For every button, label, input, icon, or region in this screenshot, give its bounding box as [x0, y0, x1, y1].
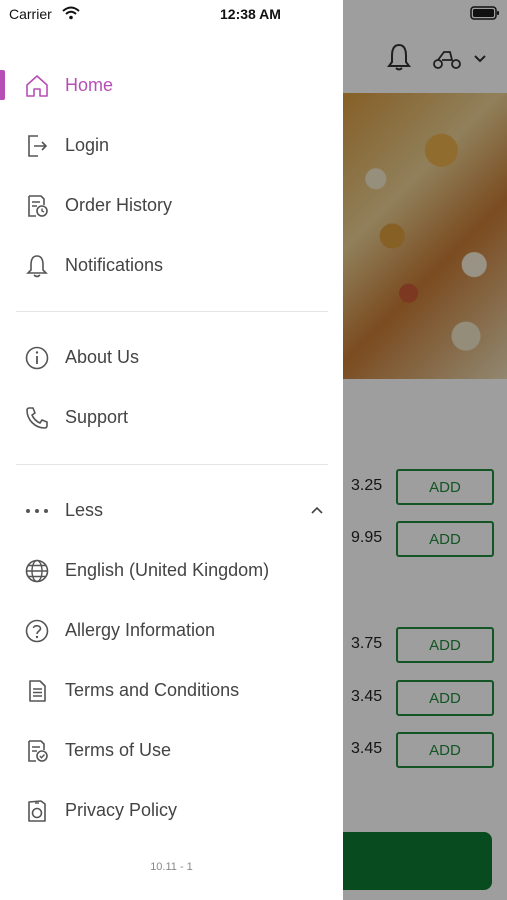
- status-bar: Carrier 12:38 AM: [0, 0, 507, 30]
- menu-item-allergy-information[interactable]: Allergy Information: [0, 605, 343, 657]
- menu-item-login[interactable]: Login: [0, 120, 343, 172]
- menu-item-support[interactable]: Support: [0, 392, 343, 444]
- menu-item-label: Less: [65, 500, 104, 520]
- navigation-drawer: Home Login Order History Notifications A…: [0, 0, 343, 900]
- divider: [16, 311, 328, 312]
- divider: [16, 464, 328, 465]
- menu-item-label: About Us: [65, 347, 140, 367]
- menu-item-label: Home: [65, 75, 114, 95]
- privacy-icon: [24, 798, 50, 824]
- document-check-icon: [24, 738, 50, 764]
- app-version: 10.11 - 1: [150, 861, 193, 873]
- home-icon: [24, 73, 50, 99]
- menu-item-order-history[interactable]: Order History: [0, 180, 343, 232]
- clock: 12:38 AM: [220, 6, 281, 22]
- info-icon: [24, 345, 50, 371]
- globe-icon: [24, 558, 50, 584]
- menu-item-privacy-policy[interactable]: Privacy Policy: [0, 785, 343, 837]
- chevron-up-icon[interactable]: [309, 504, 325, 516]
- menu-item-label: Notifications: [65, 255, 164, 275]
- menu-item-less[interactable]: Less: [0, 485, 343, 537]
- menu-item-notifications[interactable]: Notifications: [0, 240, 343, 292]
- login-icon: [24, 133, 50, 159]
- order-history-icon: [24, 193, 50, 219]
- carrier-label: Carrier: [9, 6, 52, 22]
- drawer-overlay[interactable]: [343, 0, 507, 900]
- phone-icon: [24, 405, 50, 431]
- question-icon: [24, 618, 50, 644]
- menu-item-label: Privacy Policy: [65, 800, 178, 820]
- menu-item-terms-of-use[interactable]: Terms of Use: [0, 725, 343, 777]
- menu-item-label: Terms and Conditions: [65, 680, 240, 700]
- menu-item-label: English (United Kingdom): [65, 560, 270, 580]
- more-dots-icon: [24, 498, 50, 524]
- menu-item-terms-and-conditions[interactable]: Terms and Conditions: [0, 665, 343, 717]
- menu-item-about-us[interactable]: About Us: [0, 332, 343, 384]
- menu-item-label: Login: [65, 135, 110, 155]
- menu-item-label: Allergy Information: [65, 620, 216, 640]
- menu-item-label: Support: [65, 407, 129, 427]
- menu-item-label: Terms of Use: [65, 740, 172, 760]
- menu-item-label: Order History: [65, 195, 173, 215]
- document-icon: [24, 678, 50, 704]
- battery-icon: [470, 6, 499, 20]
- menu-item-language[interactable]: English (United Kingdom): [0, 545, 343, 597]
- bell-icon: [24, 253, 50, 279]
- wifi-icon: [62, 6, 80, 20]
- menu-item-home[interactable]: Home: [0, 60, 343, 112]
